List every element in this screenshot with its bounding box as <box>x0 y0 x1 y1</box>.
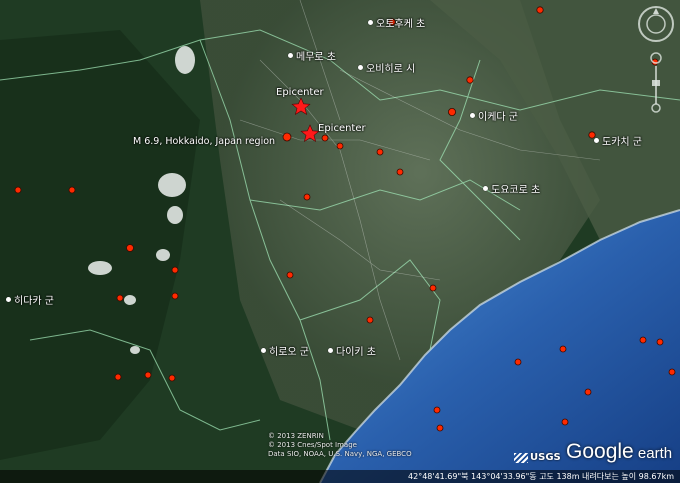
coordinates-readout: 42°48'41.69"북 143°04'33.96"동 고도 138m 내려다… <box>408 472 674 481</box>
place-label: 히다카 군 <box>6 292 54 307</box>
earthquake-marker-icon <box>321 134 329 142</box>
map-viewport[interactable]: Epicenter Epicenter M 6.9, Hokkaido, Jap… <box>0 0 680 483</box>
google-earth-logo: Google earth <box>566 440 673 463</box>
earthquake-marker-icon <box>514 358 522 366</box>
compass-icon[interactable] <box>638 6 674 42</box>
earthquake-marker-icon <box>114 373 122 381</box>
earthquake-marker-icon <box>656 338 664 346</box>
place-label: 히로오 군 <box>261 343 309 358</box>
earthquake-marker-icon <box>561 418 569 426</box>
navigation-controls[interactable] <box>636 4 676 114</box>
earthquake-marker-icon <box>68 186 76 194</box>
earthquake-marker-icon <box>668 368 676 376</box>
earthquake-marker-icon <box>433 406 441 414</box>
place-label: 오토후케 초 <box>368 15 425 30</box>
earthquake-marker-icon <box>303 193 311 201</box>
epicenter-label: Epicenter <box>276 87 324 98</box>
earthquake-marker-icon <box>286 271 294 279</box>
usgs-logo: USGS <box>514 452 561 463</box>
copyright-line: © 2013 ZENRIN <box>268 432 324 440</box>
place-label: 다이키 초 <box>328 343 376 358</box>
place-label: 메무로 초 <box>288 48 336 63</box>
copyright-line: Data SIO, NOAA, U.S. Navy, NGA, GEBCO <box>268 450 412 458</box>
usgs-mark-icon <box>514 452 528 463</box>
status-bar: 42°48'41.69"북 143°04'33.96"동 고도 138m 내려다… <box>0 470 680 483</box>
event-label: M 6.9, Hokkaido, Japan region <box>133 136 276 147</box>
earthquake-marker-icon <box>436 424 444 432</box>
copyright-notice: © 2013 ZENRIN © 2013 Cnes/Spot Image Dat… <box>268 432 412 459</box>
place-label: 도카치 군 <box>594 133 642 148</box>
earthquake-marker-icon <box>116 294 124 302</box>
earthquake-marker-icon <box>126 244 134 252</box>
place-label: 도요코로 초 <box>483 181 540 196</box>
earthquake-marker-icon <box>366 316 374 324</box>
earthquake-marker-icon <box>14 186 22 194</box>
zoom-slider-icon[interactable] <box>650 52 662 113</box>
place-label: 이케다 군 <box>470 108 518 123</box>
earthquake-marker-icon <box>168 374 176 382</box>
earthquake-marker-icon <box>536 6 544 14</box>
earthquake-marker-icon <box>559 345 567 353</box>
earthquake-marker-icon <box>466 76 474 84</box>
earthquake-marker-icon <box>336 142 344 150</box>
copyright-line: © 2013 Cnes/Spot Image <box>268 441 357 449</box>
earthquake-marker-icon <box>171 292 179 300</box>
earthquake-marker-icon <box>171 266 179 274</box>
earthquake-marker-icon <box>282 132 292 142</box>
satellite-terrain[interactable] <box>0 0 680 483</box>
earthquake-marker-icon <box>639 336 647 344</box>
earthquake-marker-icon <box>429 284 437 292</box>
earthquake-marker-icon <box>396 168 404 176</box>
earthquake-marker-icon <box>144 371 152 379</box>
earthquake-marker-icon <box>447 108 456 117</box>
earthquake-marker-icon <box>376 148 384 156</box>
place-label: 오비히로 시 <box>358 60 415 75</box>
epicenter-label: Epicenter <box>318 123 366 134</box>
earthquake-marker-icon <box>584 388 592 396</box>
